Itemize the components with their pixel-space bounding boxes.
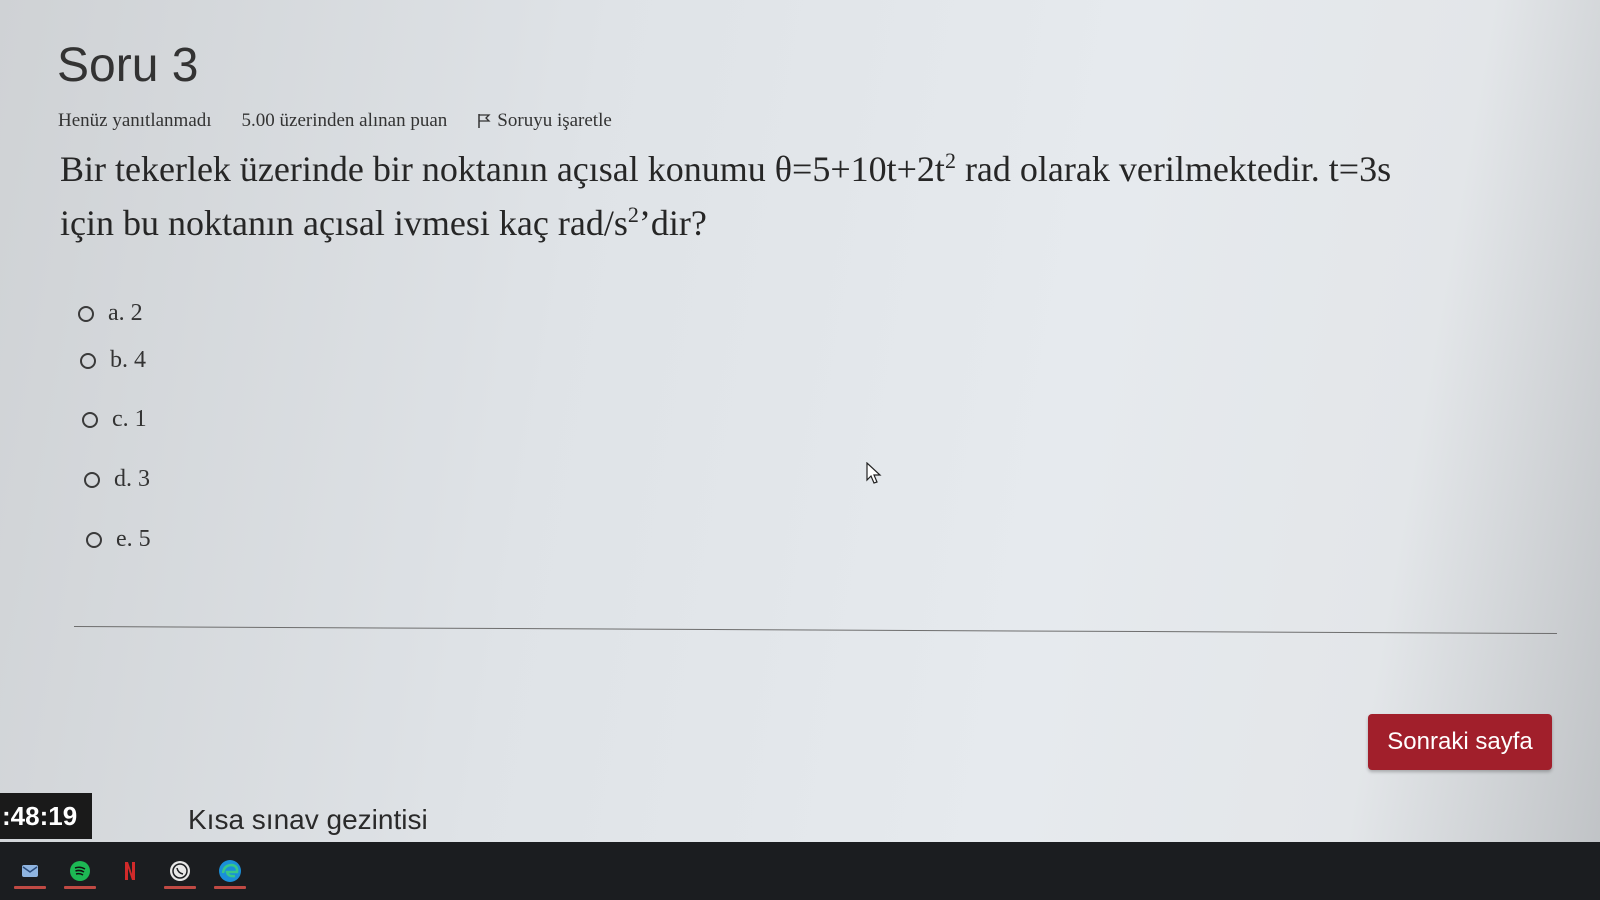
taskbar-app-spotify[interactable] [64, 851, 96, 891]
question-title: Soru 3 [57, 39, 199, 92]
flag-question-link[interactable]: Soruyu işaretle [477, 110, 612, 132]
exponent: 2 [627, 202, 639, 227]
question-status: Henüz yanıtlanmadı [58, 110, 212, 131]
mouse-cursor-icon [866, 462, 882, 484]
question-points: 5.00 üzerinden alınan puan [241, 110, 448, 131]
question-text-line-2: için bu noktanın açısal ivmesi kaç rad/s… [60, 196, 1570, 250]
answer-option-a[interactable]: a. 2 [78, 300, 143, 327]
question-text-part: için bu noktanın açısal ivmesi kaç rad/s [60, 203, 628, 243]
answer-option-e[interactable]: e. 5 [86, 526, 151, 553]
flag-icon [478, 114, 491, 128]
radio-button[interactable] [86, 531, 102, 548]
radio-button[interactable] [84, 471, 100, 488]
netflix-icon [125, 862, 135, 880]
taskbar [0, 842, 1600, 900]
quiz-navigation-link[interactable]: Kısa sınav gezintisi [188, 804, 428, 836]
question-text-part: rad olarak verilmektedir. t=3s [955, 149, 1392, 189]
answer-option-d[interactable]: d. 3 [84, 466, 150, 493]
answer-label: a. 2 [108, 300, 143, 326]
next-page-button[interactable]: Sonraki sayfa [1368, 714, 1552, 770]
question-text-line-1: Bir tekerlek üzerinde bir noktanın açısa… [60, 142, 1570, 196]
answer-label: b. 4 [110, 347, 146, 373]
answer-label: e. 5 [116, 526, 151, 552]
edge-icon [219, 860, 241, 882]
taskbar-app-mail[interactable] [14, 851, 46, 891]
taskbar-app-edge[interactable] [214, 851, 246, 891]
divider [73, 626, 1557, 634]
active-indicator [64, 886, 96, 889]
question-text-part: Bir tekerlek üzerinde bir noktanın açısa… [60, 149, 945, 189]
taskbar-app-netflix[interactable] [114, 851, 146, 891]
timer: :48:19 [0, 793, 92, 839]
answer-option-c[interactable]: c. 1 [82, 406, 147, 433]
answer-option-b[interactable]: b. 4 [80, 347, 146, 374]
flag-question-label: Soruyu işaretle [497, 110, 612, 131]
mail-icon [22, 865, 38, 877]
radio-button[interactable] [82, 411, 98, 428]
question-info: Henüz yanıtlanmadı 5.00 üzerinden alınan… [58, 110, 612, 132]
whatsapp-icon [170, 861, 190, 881]
active-indicator [14, 886, 46, 889]
question-text-part: ’dir? [638, 203, 707, 243]
answer-label: d. 3 [114, 466, 150, 492]
radio-button[interactable] [80, 352, 96, 369]
active-indicator [214, 886, 246, 889]
question-text: Bir tekerlek üzerinde bir noktanın açısa… [60, 142, 1570, 250]
taskbar-app-whatsapp[interactable] [164, 851, 196, 891]
spotify-icon [70, 861, 90, 881]
radio-button[interactable] [78, 305, 94, 322]
answer-label: c. 1 [112, 406, 147, 432]
exponent: 2 [944, 148, 956, 173]
active-indicator [164, 886, 196, 889]
